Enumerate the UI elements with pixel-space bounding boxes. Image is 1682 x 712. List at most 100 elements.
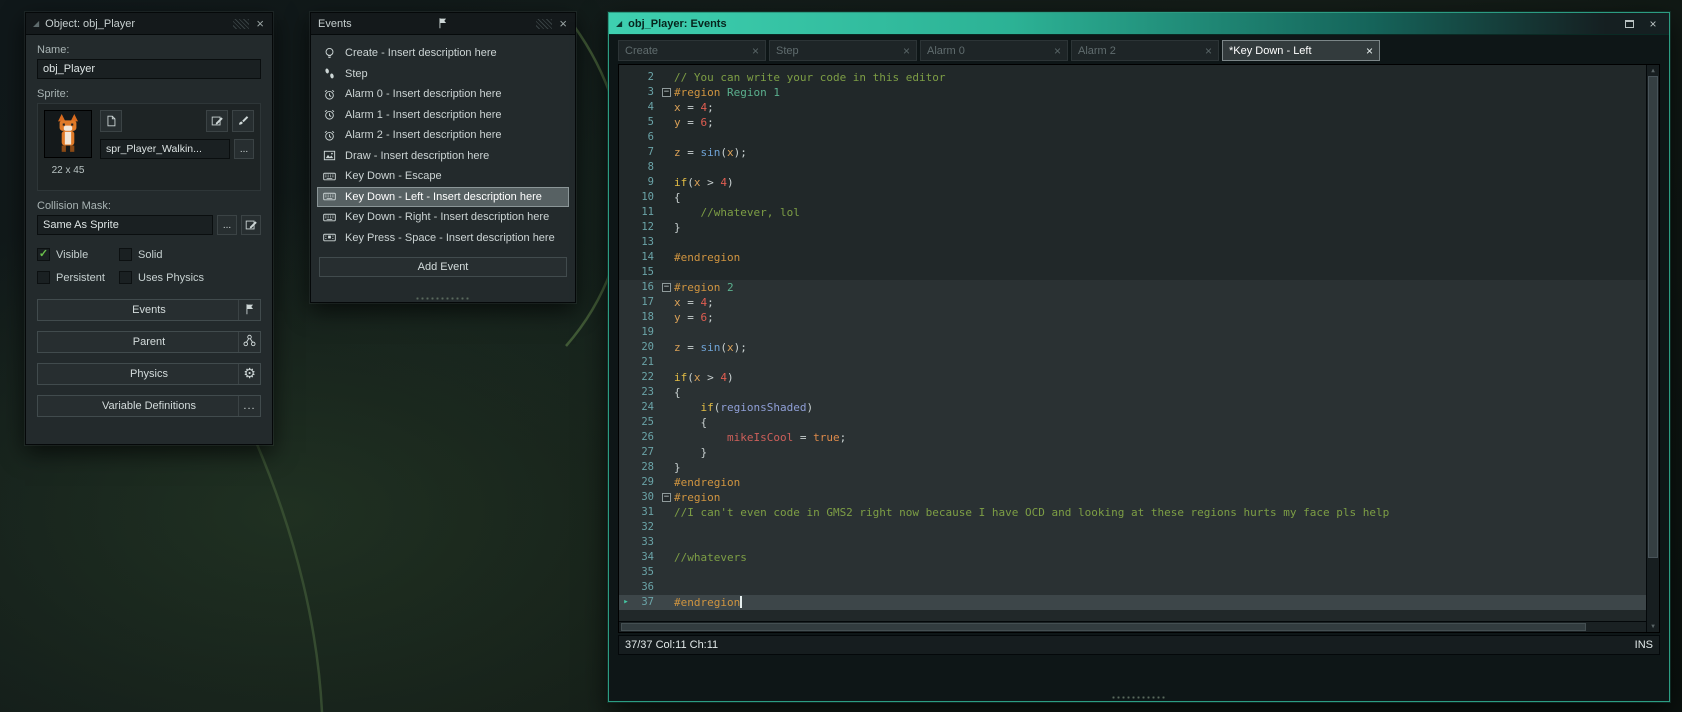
code-line[interactable]: 33 [619,535,1646,550]
code-line[interactable]: 10 { [619,190,1646,205]
close-icon[interactable]: × [1644,16,1662,32]
line-number: 33 [641,536,654,548]
collision-mask-edit-button[interactable] [241,215,261,235]
code-line[interactable]: 27 } [619,445,1646,460]
event-list-item[interactable]: Alarm 0 - Insert description here [317,84,569,105]
vertical-scrollbar[interactable]: ▲ ▼ [1646,65,1659,632]
physics-button[interactable]: Physics ⚙ [37,363,261,385]
close-icon[interactable]: × [558,17,568,30]
code-line[interactable]: 16− #region 2 [619,280,1646,295]
tab-close-icon[interactable]: × [1054,44,1061,58]
maximize-icon[interactable] [1620,16,1638,32]
event-list-item[interactable]: Create - Insert description here [317,43,569,64]
code-line[interactable]: 6 [619,130,1646,145]
code-line[interactable]: 15 [619,265,1646,280]
event-list-item[interactable]: Key Down - Left - Insert description her… [317,186,569,207]
editor-tab[interactable]: *Key Down - Left × [1222,40,1380,61]
event-list-item[interactable]: Key Down - Escape [317,166,569,187]
code-line[interactable]: 29 #endregion [619,475,1646,490]
code-line[interactable]: 36 [619,580,1646,595]
tab-close-icon[interactable]: × [903,44,910,58]
code-line[interactable]: 13 [619,235,1646,250]
event-list-item[interactable]: Step [317,64,569,85]
code-line[interactable]: 17 x = 4; [619,295,1646,310]
editor-tab[interactable]: Alarm 2 × [1071,40,1219,61]
code-line[interactable]: 8 [619,160,1646,175]
code-window-titlebar[interactable]: ◢ obj_Player: Events × [609,13,1669,35]
code-line[interactable]: 35 [619,565,1646,580]
code-line[interactable]: 22 if(x > 4) [619,370,1646,385]
code-line[interactable]: ▸ 37 #endregion [619,595,1646,610]
horizontal-scrollbar[interactable] [619,621,1646,632]
code-line[interactable]: 31 //I can't even code in GMS2 right now … [619,505,1646,520]
code-line[interactable]: 34 //whatevers [619,550,1646,565]
code-text: } [674,221,681,234]
editor-tab[interactable]: Create × [618,40,766,61]
drag-grip [233,18,250,29]
editor-tab[interactable]: Alarm 0 × [920,40,1068,61]
close-icon[interactable]: × [255,17,265,30]
code-line[interactable]: 11 //whatever, lol [619,205,1646,220]
code-line[interactable]: 32 [619,520,1646,535]
event-list-item[interactable]: Alarm 2 - Insert description here [317,125,569,146]
tab-close-icon[interactable]: × [1205,44,1212,58]
code-line[interactable]: 21 [619,355,1646,370]
code-line[interactable]: 3− #region Region 1 [619,85,1646,100]
events-button[interactable]: Events [37,299,261,321]
code-line[interactable]: 4 x = 4; [619,100,1646,115]
code-line[interactable]: 9 if(x > 4) [619,175,1646,190]
events-window-titlebar[interactable]: Events × [311,13,575,35]
new-sprite-button[interactable] [100,110,122,132]
resize-grip[interactable] [1111,696,1167,699]
event-list-item[interactable]: Key Down - Right - Insert description he… [317,207,569,228]
parent-button[interactable]: Parent [37,331,261,353]
tab-close-icon[interactable]: × [1366,44,1373,58]
visible-checkbox[interactable]: ✓ Visible [37,248,115,261]
fold-collapse-icon[interactable]: − [661,280,674,295]
event-list-item[interactable]: Alarm 1 - Insert description here [317,105,569,126]
code-line[interactable]: 26 mikeIsCool = true; [619,430,1646,445]
resize-grip[interactable] [415,297,471,300]
checkbox-empty-icon [119,271,132,284]
scroll-up-icon[interactable]: ▲ [1647,67,1659,74]
code-line[interactable]: 14 #endregion [619,250,1646,265]
object-name-input[interactable]: obj_Player [37,59,261,79]
uses-physics-checkbox[interactable]: Uses Physics [119,271,261,284]
code-line[interactable]: 2 // You can write your code in this edit… [619,70,1646,85]
fold-collapse-icon[interactable]: − [661,85,674,100]
tab-close-icon[interactable]: × [752,44,759,58]
scroll-down-icon[interactable]: ▼ [1647,623,1659,630]
event-list-item[interactable]: Draw - Insert description here [317,146,569,167]
collision-mask-more-button[interactable]: ... [217,215,237,235]
code-line[interactable]: 19 [619,325,1646,340]
sprite-thumbnail[interactable] [44,110,92,158]
persistent-checkbox[interactable]: Persistent [37,271,115,284]
solid-checkbox[interactable]: Solid [119,248,261,261]
fold-collapse-icon[interactable]: − [661,490,674,505]
code-editor[interactable]: 2 // You can write your code in this edit… [618,64,1660,633]
collapse-icon[interactable]: ◢ [33,19,39,28]
code-line[interactable]: 7 z = sin(x); [619,145,1646,160]
code-line[interactable]: 25 { [619,415,1646,430]
code-line[interactable]: 18 y = 6; [619,310,1646,325]
editor-tab[interactable]: Step × [769,40,917,61]
scrollbar-thumb[interactable] [1648,76,1658,558]
code-line[interactable]: 23 { [619,385,1646,400]
collapse-icon[interactable]: ◢ [616,19,622,28]
sprite-name-field[interactable]: spr_Player_Walkin... [100,139,230,159]
code-line[interactable]: 28} [619,460,1646,475]
code-line[interactable]: 5 y = 6; [619,115,1646,130]
scrollbar-thumb[interactable] [621,623,1587,631]
sprite-more-button[interactable]: ... [234,139,254,159]
paint-sprite-button[interactable] [232,110,254,132]
code-line[interactable]: 30− #region [619,490,1646,505]
collision-mask-select[interactable]: Same As Sprite [37,215,213,235]
object-window-titlebar[interactable]: ◢ Object: obj_Player × [26,13,272,35]
add-event-button[interactable]: Add Event [319,257,567,277]
code-line[interactable]: 24 if(regionsShaded) [619,400,1646,415]
code-line[interactable]: 20 z = sin(x); [619,340,1646,355]
variable-definitions-button[interactable]: Variable Definitions ... [37,395,261,417]
code-line[interactable]: 12} [619,220,1646,235]
event-list-item[interactable]: Key Press - Space - Insert description h… [317,228,569,249]
edit-sprite-button[interactable] [206,110,228,132]
